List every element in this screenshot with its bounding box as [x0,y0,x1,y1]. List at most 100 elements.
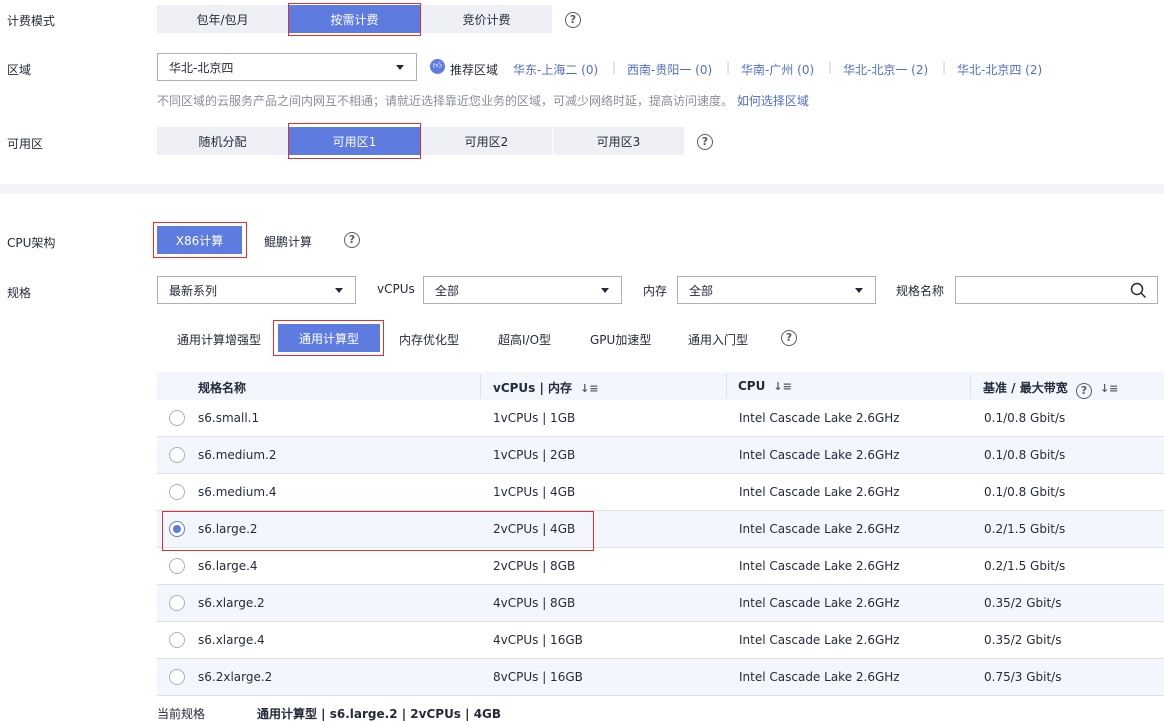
cell-bandwidth: 0.35/2 Gbit/s [984,596,1062,610]
tab-entry-level[interactable]: 通用入门型 [688,331,748,348]
cell-vcpus-memory: 8vCPUs | 16GB [493,670,583,684]
spec-name-filter-label: 规格名称 [896,284,945,298]
cell-vcpus-memory: 1vCPUs | 4GB [493,485,576,499]
cpu-arch-help-icon[interactable]: ? [344,232,360,248]
col-header-vcpus-label: vCPUs | 内存 [493,381,573,395]
cell-spec-name: s6.xlarge.2 [198,596,265,610]
az-help-icon[interactable]: ? [697,134,713,150]
recommend-region-label: 推荐区域 [450,63,499,77]
cell-bandwidth: 0.1/0.8 Gbit/s [984,485,1066,499]
recommended-region-2[interactable]: 华南-广州 (0) [741,61,814,78]
series-select[interactable]: 最新系列 [157,276,356,304]
table-row[interactable]: s6.2xlarge.2 8vCPUs | 16GB Intel Cascade L… [157,659,1164,696]
region-select[interactable]: 华北-北京四 [157,53,417,81]
cell-cpu: Intel Cascade Lake 2.6GHz [739,411,900,425]
chevron-down-icon [601,288,609,293]
tab-general-enhanced[interactable]: 通用计算增强型 [177,331,261,348]
separator: | [612,60,617,74]
separator: | [828,60,833,74]
cell-vcpus-memory: 1vCPUs | 2GB [493,448,576,462]
recommended-region-1[interactable]: 西南-贵阳一 (0) [627,61,712,78]
row-radio[interactable] [169,595,185,611]
region-hint-text: 不同区域的云服务产品之间内网互不相通；请就近选择靠近您业务的区域，可减少网络时延… [157,94,734,108]
cell-bandwidth: 0.1/0.8 Gbit/s [984,448,1066,462]
separator: | [942,60,947,74]
az-option-random[interactable]: 随机分配 [157,127,288,155]
cell-bandwidth: 0.75/3 Gbit/s [984,670,1062,684]
region-select-value: 华北-北京四 [169,60,234,75]
cell-spec-name: s6.large.4 [198,559,258,573]
cell-spec-name: s6.medium.2 [198,448,277,462]
sort-icon[interactable]: ↓≡ [1100,382,1118,395]
cell-bandwidth: 0.1/0.8 Gbit/s [984,411,1066,425]
cpu-arch-x86[interactable]: X86计算 [157,226,242,254]
col-header-vcpus: vCPUs | 内存 ↓≡ [493,379,599,396]
current-spec-label: 当前规格 [157,707,206,721]
col-header-bandwidth-label: 基准 / 最大带宽 [983,381,1068,395]
cell-cpu: Intel Cascade Lake 2.6GHz [739,559,900,573]
col-header-cpu-label: CPU [738,379,766,393]
section-divider [0,184,1164,194]
table-row[interactable]: s6.medium.2 1vCPUs | 2GB Intel Cascade Lak… [157,437,1164,474]
cell-cpu: Intel Cascade Lake 2.6GHz [739,633,900,647]
vcpus-filter-label: vCPUs [377,282,415,296]
cell-vcpus-memory: 2vCPUs | 8GB [493,559,576,573]
cpu-arch-kunpeng[interactable]: 鲲鹏计算 [264,233,312,250]
billing-help-icon[interactable]: ? [565,12,581,28]
row-radio[interactable] [169,410,185,426]
az-label: 可用区 [7,137,44,151]
recommended-region-3[interactable]: 华北-北京一 (2) [843,61,928,78]
row-radio[interactable] [169,447,185,463]
spec-label: 规格 [7,286,32,300]
row-radio[interactable] [169,632,185,648]
table-row[interactable]: s6.xlarge.4 4vCPUs | 16GB Intel Cascade La… [157,622,1164,659]
billing-option-on-demand[interactable]: 按需计费 [289,5,420,33]
col-header-bandwidth: 基准 / 最大带宽 ? ↓≡ [983,379,1118,399]
cell-vcpus-memory: 4vCPUs | 8GB [493,596,576,610]
az-option-1[interactable]: 可用区1 [289,127,420,155]
cell-spec-name: s6.small.1 [198,411,260,425]
sort-icon[interactable]: ↓≡ [773,380,791,393]
cell-spec-name: s6.2xlarge.2 [198,670,273,684]
billing-option-spot[interactable]: 竞价计费 [421,5,552,33]
az-option-2[interactable]: 可用区2 [421,127,552,155]
row-radio[interactable] [169,484,185,500]
row-radio[interactable] [169,558,185,574]
cell-spec-name: s6.large.2 [198,522,258,536]
tab-general-compute[interactable]: 通用计算型 [278,324,380,352]
memory-filter-label: 内存 [643,284,668,298]
table-row[interactable]: s6.small.1 1vCPUs | 1GB Intel Cascade Lake… [157,400,1164,437]
table-row[interactable]: s6.large.2 2vCPUs | 4GB Intel Cascade Lake… [157,511,1164,548]
recommended-region-0[interactable]: 华东-上海二 (0) [513,61,598,78]
spec-name-input[interactable] [964,277,1124,301]
table-row[interactable]: s6.medium.4 1vCPUs | 4GB Intel Cascade Lak… [157,474,1164,511]
row-radio[interactable] [169,521,185,537]
col-header-cpu: CPU ↓≡ [738,379,792,393]
cell-vcpus-memory: 4vCPUs | 16GB [493,633,583,647]
bandwidth-help-icon[interactable]: ? [1075,383,1092,399]
cell-bandwidth: 0.35/2 Gbit/s [984,633,1062,647]
chevron-down-icon [335,288,343,293]
spec-name-search[interactable] [955,276,1158,304]
az-option-3[interactable]: 可用区3 [553,127,684,155]
memory-select[interactable]: 全部 [677,276,876,304]
sort-icon[interactable]: ↓≡ [580,382,598,395]
tab-memory-optimized[interactable]: 内存优化型 [399,331,459,348]
cell-cpu: Intel Cascade Lake 2.6GHz [739,485,900,499]
cell-cpu: Intel Cascade Lake 2.6GHz [739,596,900,610]
table-row[interactable]: s6.xlarge.2 4vCPUs | 8GB Intel Cascade Lak… [157,585,1164,622]
divider [480,374,481,398]
vcpus-select[interactable]: 全部 [423,276,622,304]
region-help-link[interactable]: 如何选择区域 [737,94,809,108]
cell-vcpus-memory: 2vCPUs | 4GB [493,522,576,536]
tab-gpu[interactable]: GPU加速型 [590,331,651,348]
divider [970,374,971,398]
divider [726,374,727,398]
table-row[interactable]: s6.large.4 2vCPUs | 8GB Intel Cascade Lake… [157,548,1164,585]
search-icon[interactable] [1130,282,1147,299]
tab-high-io[interactable]: 超高I/O型 [498,331,551,348]
recommended-region-4[interactable]: 华北-北京四 (2) [957,61,1042,78]
billing-option-monthly[interactable]: 包年/包月 [157,5,288,33]
row-radio[interactable] [169,669,185,685]
spec-type-help-icon[interactable]: ? [781,330,797,346]
